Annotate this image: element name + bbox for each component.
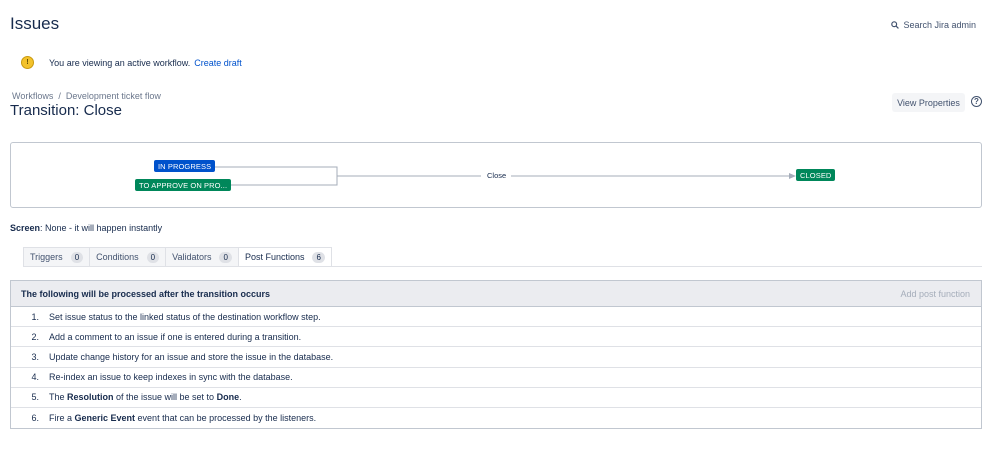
breadcrumb: Workflows / Development ticket flow xyxy=(12,91,161,101)
status-to-approve-on-pro[interactable]: TO APPROVE ON PRO... xyxy=(135,179,232,191)
row-text: Set issue status to the linked status of… xyxy=(49,311,321,322)
screen-label: Screen xyxy=(10,223,41,233)
row-text-bold: Resolution xyxy=(67,392,114,403)
row-number: 3. xyxy=(31,351,39,362)
post-function-row: 4. Re-index an issue to keep indexes in s… xyxy=(11,368,981,388)
tab-conditions[interactable]: Conditions 0 xyxy=(89,247,166,267)
row-text-part: of the issue will be set to xyxy=(113,392,217,403)
transition-tabs: Triggers 0 Conditions 0 Validators 0 Post F… xyxy=(23,247,332,267)
tab-count-badge: 0 xyxy=(219,251,232,263)
row-text: Add a comment to an issue if one is ente… xyxy=(49,331,302,342)
workflow-diagram: IN PROGRESS TO APPROVE ON PRO... Close C… xyxy=(10,142,982,208)
post-functions-table: The following will be processed after th… xyxy=(10,280,982,430)
row-text-bold: Generic Event xyxy=(74,413,136,424)
post-functions-header-title: The following will be processed after th… xyxy=(21,288,271,299)
row-text-part: Fire a xyxy=(49,413,75,424)
tab-triggers[interactable]: Triggers 0 xyxy=(23,247,90,267)
row-text-bold: Done xyxy=(216,392,240,403)
row-number: 1. xyxy=(31,311,39,322)
add-post-function-link[interactable]: Add post function xyxy=(900,289,970,299)
post-function-row: 3. Update change history for an issue and… xyxy=(11,347,981,368)
tab-validators[interactable]: Validators 0 xyxy=(165,247,238,267)
tabs-divider xyxy=(23,266,982,267)
tab-label: Validators xyxy=(172,252,212,262)
row-text-part: event that can be processed by the liste… xyxy=(135,413,317,424)
row-number: 4. xyxy=(31,372,39,383)
breadcrumb-workflow-name[interactable]: Development ticket flow xyxy=(66,91,161,101)
tab-post-functions[interactable]: Post Functions 6 xyxy=(237,247,332,267)
transition-label[interactable]: Close xyxy=(487,171,506,180)
tab-count-badge: 0 xyxy=(70,251,84,263)
tab-count-badge: 6 xyxy=(312,251,325,263)
row-number: 6. xyxy=(31,413,39,424)
arrow-head-icon xyxy=(789,173,796,179)
active-workflow-notice: ! You are viewing an active workflow. Cr… xyxy=(21,56,242,69)
search-icon xyxy=(891,21,900,29)
warning-icon: ! xyxy=(21,56,34,69)
screen-value: : None - it will happen instantly xyxy=(40,223,163,233)
breadcrumb-separator: / xyxy=(58,91,61,101)
status-in-progress[interactable]: IN PROGRESS xyxy=(154,160,216,172)
search-admin-label: Search Jira admin xyxy=(903,20,976,30)
post-function-row: 5. The Resolution of the issue will be se… xyxy=(11,388,981,408)
row-text-part: The xyxy=(49,392,68,403)
row-text-part: . xyxy=(239,392,242,403)
transition-title: Transition: Close xyxy=(10,102,122,119)
view-properties-button[interactable]: View Properties xyxy=(892,93,965,112)
tab-count-badge: 0 xyxy=(146,251,160,263)
post-function-row: 2. Add a comment to an issue if one is en… xyxy=(11,327,981,348)
post-function-row: 1. Set issue status to the linked status … xyxy=(11,307,981,328)
row-text: Re-index an issue to keep indexes in syn… xyxy=(49,372,293,383)
row-text: The Resolution of the issue will be set … xyxy=(49,392,242,402)
status-closed[interactable]: CLOSED xyxy=(796,169,836,181)
help-icon[interactable]: ? xyxy=(971,96,982,107)
search-admin-link[interactable]: Search Jira admin xyxy=(891,20,976,30)
row-number: 5. xyxy=(31,392,39,403)
post-functions-header: The following will be processed after th… xyxy=(11,281,981,307)
tab-label: Triggers xyxy=(30,252,63,262)
post-function-row: 6. Fire a Generic Event event that can be… xyxy=(11,408,981,428)
row-text: Fire a Generic Event event that can be p… xyxy=(49,413,316,423)
tab-label: Conditions xyxy=(96,252,139,262)
tab-label: Post Functions xyxy=(244,252,305,262)
screen-info: Screen: None - it will happen instantly xyxy=(10,223,162,233)
row-text: Update change history for an issue and s… xyxy=(49,351,334,362)
page-title: Issues xyxy=(10,14,60,33)
create-draft-link[interactable]: Create draft xyxy=(194,58,242,68)
breadcrumb-workflows[interactable]: Workflows xyxy=(12,91,53,101)
notice-text: You are viewing an active workflow. xyxy=(49,57,191,68)
row-number: 2. xyxy=(31,331,39,342)
